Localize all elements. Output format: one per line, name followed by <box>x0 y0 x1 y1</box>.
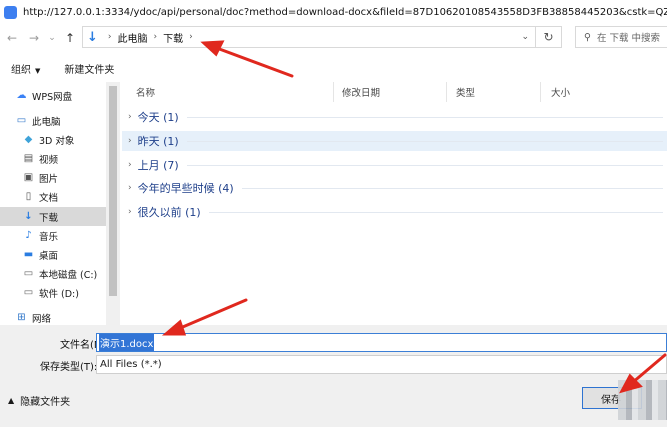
chevron-right-icon: › <box>189 32 193 42</box>
breadcrumb-this-pc[interactable]: 此电脑 <box>118 30 148 45</box>
breadcrumb-downloads[interactable]: 下载 <box>163 30 183 45</box>
drive-icon: ▭ <box>23 287 34 298</box>
group-header[interactable]: › 今年的早些时候 (4) <box>122 178 667 198</box>
save-form: 文件名(N): 演示1.docx 保存类型(T): All Files (*.*… <box>0 325 667 427</box>
column-header-type[interactable]: 类型 <box>447 82 541 102</box>
sidebar-item-wps-drive[interactable]: ☁ WPS网盘 <box>0 86 106 105</box>
address-bar[interactable]: ↓ › 此电脑 › 下载 › ⌄ <box>82 26 536 48</box>
sidebar-scrollbar[interactable] <box>106 82 120 325</box>
group-header[interactable]: › 昨天 (1) <box>122 131 667 151</box>
music-icon: ♪ <box>25 230 32 241</box>
file-list: 名称 修改日期 类型 大小 › 今天 (1) › 昨天 (1) › 上月 (7)… <box>122 82 667 322</box>
download-icon: ↓ <box>87 29 98 45</box>
desktop-icon: ▬ <box>23 249 34 260</box>
up-button[interactable]: ↑ <box>62 31 78 45</box>
cube-icon: ◆ <box>24 134 33 145</box>
chevron-right-icon: › <box>128 160 132 170</box>
search-placeholder: 在 下载 中搜索 <box>596 33 661 44</box>
group-header[interactable]: › 很久以前 (1) <box>122 202 667 222</box>
sidebar-item-music[interactable]: ♪ 音乐 <box>0 226 106 245</box>
search-input[interactable]: ⚲ 在 下载 中搜索 <box>575 26 667 48</box>
chevron-right-icon: › <box>128 112 132 122</box>
sidebar-item-videos[interactable]: ▤ 视频 <box>0 149 106 168</box>
command-bar: 组织 ▼ 新建文件夹 <box>0 56 667 80</box>
sidebar-item-drive-d[interactable]: ▭ 软件 (D:) <box>0 283 106 302</box>
sidebar-item-desktop[interactable]: ▬ 桌面 <box>0 245 106 264</box>
group-header[interactable]: › 今天 (1) <box>122 107 667 127</box>
forward-button[interactable]: → <box>26 31 42 45</box>
chevron-right-icon: › <box>128 207 132 217</box>
chevron-right-icon: › <box>107 32 112 42</box>
recent-locations-button[interactable]: ⌄ <box>44 33 60 43</box>
title-bar: http://127.0.0.1:3334/ydoc/api/personal/… <box>0 0 667 24</box>
download-icon: ↓ <box>24 211 33 222</box>
drive-icon: ▭ <box>23 268 34 279</box>
column-header-date[interactable]: 修改日期 <box>334 82 447 102</box>
caret-up-icon: ▲ <box>8 396 15 405</box>
filetype-select[interactable]: All Files (*.*) <box>96 355 667 374</box>
computer-icon: ▭ <box>16 115 27 126</box>
filename-input[interactable]: 演示1.docx <box>96 333 667 352</box>
address-dropdown-button[interactable]: ⌄ <box>521 32 529 42</box>
address-row: ← → ⌄ ↑ ↓ › 此电脑 › 下载 › ⌄ ↻ ⚲ 在 下载 中搜索 <box>0 24 667 52</box>
window-title: http://127.0.0.1:3334/ydoc/api/personal/… <box>23 6 667 18</box>
sidebar-item-documents[interactable]: ▯ 文档 <box>0 187 106 206</box>
sidebar-item-this-pc[interactable]: ▭ 此电脑 <box>0 111 106 130</box>
sidebar-item-drive-c[interactable]: ▭ 本地磁盘 (C:) <box>0 264 106 283</box>
group-header[interactable]: › 上月 (7) <box>122 155 667 175</box>
filetype-label: 保存类型(T): <box>40 362 98 373</box>
app-icon <box>4 5 17 19</box>
filename-value: 演示1.docx <box>99 334 155 351</box>
document-icon: ▯ <box>25 191 32 202</box>
column-header-name[interactable]: 名称 <box>122 82 334 102</box>
video-icon: ▤ <box>23 153 34 164</box>
chevron-right-icon: › <box>128 183 132 193</box>
back-button[interactable]: ← <box>4 31 20 45</box>
sidebar-item-pictures[interactable]: ▣ 图片 <box>0 168 106 187</box>
search-icon: ⚲ <box>584 31 591 43</box>
sidebar-item-downloads[interactable]: ↓ 下载 <box>0 207 106 226</box>
organize-button[interactable]: 组织 ▼ <box>11 61 40 76</box>
network-icon: ⊞ <box>17 312 26 323</box>
chevron-right-icon: › <box>128 136 132 146</box>
sidebar-item-3d-objects[interactable]: ◆ 3D 对象 <box>0 130 106 149</box>
cloud-icon: ☁ <box>16 90 27 101</box>
navigation-pane: ☁ WPS网盘 ▭ 此电脑 ◆ 3D 对象 ▤ 视频 ▣ 图片 ▯ 文档 ↓ 下… <box>0 82 120 325</box>
caret-down-icon: ▼ <box>35 66 41 75</box>
column-header-size[interactable]: 大小 <box>541 82 667 102</box>
picture-icon: ▣ <box>23 172 34 183</box>
refresh-button[interactable]: ↻ <box>536 26 562 48</box>
hide-folders-toggle[interactable]: ▲ 隐藏文件夹 <box>8 393 70 408</box>
new-folder-button[interactable]: 新建文件夹 <box>64 61 114 76</box>
chevron-right-icon: › <box>153 32 158 42</box>
scrollbar-thumb[interactable] <box>109 86 117 296</box>
cancel-button[interactable] <box>618 380 667 420</box>
